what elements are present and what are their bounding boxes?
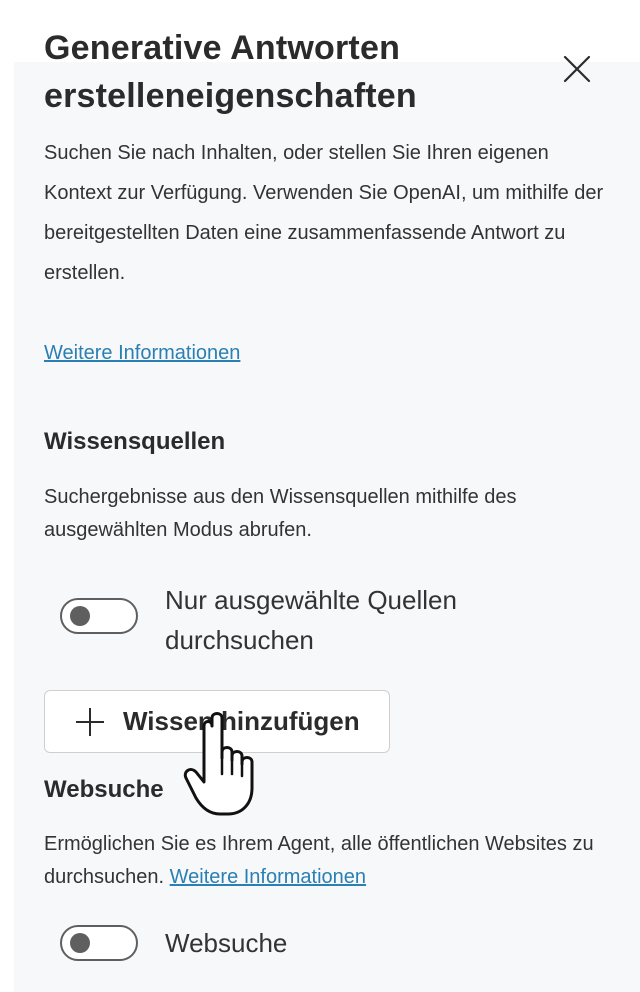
plus-icon	[76, 707, 104, 736]
add-knowledge-button[interactable]: Wissen hinzufügen	[44, 690, 390, 753]
selected-sources-toggle[interactable]	[60, 598, 138, 634]
close-icon	[563, 55, 591, 83]
toggle-knob	[70, 933, 90, 953]
panel-title: Generative Antworten erstelleneigenschaf…	[44, 29, 417, 115]
web-search-description: Ermöglichen Sie es Ihrem Agent, alle öff…	[44, 828, 614, 894]
panel-description: Suchen Sie nach Inhalten, oder stellen S…	[44, 142, 604, 284]
knowledge-heading: Wissensquellen	[44, 428, 226, 455]
toggle-knob	[70, 606, 90, 626]
add-knowledge-button-label: Wissen hinzufügen	[123, 706, 360, 736]
web-search-more-info-link[interactable]: Weitere Informationen	[170, 866, 366, 888]
close-button[interactable]	[560, 52, 594, 86]
selected-sources-toggle-label: Nur ausgewählte Quellen durchsuchen	[165, 585, 457, 655]
generative-answers-properties-panel: Generative Antworten erstelleneigenschaf…	[0, 0, 640, 992]
knowledge-description: Suchergebnisse aus den Wissensquellen mi…	[44, 486, 517, 541]
web-search-toggle[interactable]	[60, 925, 138, 961]
web-search-heading: Websuche	[44, 776, 164, 803]
more-info-link[interactable]: Weitere Informationen	[44, 338, 240, 368]
web-search-toggle-label: Websuche	[165, 928, 288, 958]
